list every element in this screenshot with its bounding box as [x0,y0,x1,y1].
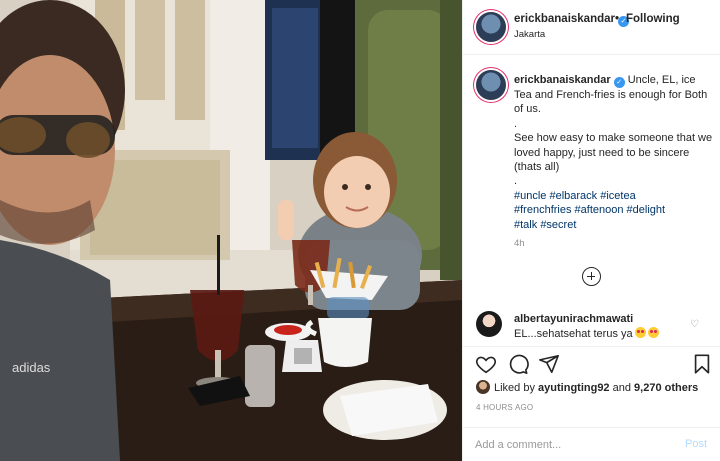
comment-body: EL...sehatsehat terus ya [514,328,633,340]
comment-text: albertayunirachmawati EL...sehatsehat te… [514,312,689,342]
likes-prefix: Liked by [494,382,535,394]
liker-avatar[interactable] [476,380,490,394]
hashtag-link[interactable]: #icetea [600,190,635,202]
bookmark-icon[interactable] [691,353,713,375]
author-avatar[interactable] [476,12,506,42]
likes-joiner: and [612,382,631,394]
likes-summary: Liked by ayutingting92 and 9,270 others [476,380,698,394]
heart-eyes-emoji-icon [634,327,646,338]
following-button[interactable]: Following [626,13,680,25]
comment-item: albertayunirachmawati EL...sehatsehat te… [463,306,720,346]
caption-line: . [514,117,518,130]
caption-avatar[interactable] [476,70,506,100]
add-comment-input[interactable] [475,434,670,456]
photo-illustration: adidas [0,0,462,461]
hashtag-link[interactable]: #secret [540,219,576,231]
caption-username[interactable]: erickbanaiskandar [514,74,611,86]
likes-others-link[interactable]: 9,270 others [634,382,698,394]
hashtag-link[interactable]: #aftenoon [575,204,624,216]
hashtag-link[interactable]: #uncle [514,190,546,202]
caption-line: erickbanaiskandar ✓ Uncle, EL, ice Tea an… [514,73,714,117]
caption-timestamp[interactable]: 4h [514,238,525,249]
post-header: erickbanaiskandar ✓ Jakarta • Following [463,0,720,55]
commenter-avatar[interactable] [476,311,502,337]
heart-icon[interactable] [475,353,497,375]
hashtag-link[interactable]: #delight [627,204,666,216]
more-comments-icon[interactable] [582,267,601,286]
post-comment-button[interactable]: Post [685,438,707,450]
svg-text:adidas: adidas [12,360,51,375]
hashtag-line: #uncle #elbarack #icetea [514,189,714,203]
post-caption: erickbanaiskandar ✓ Uncle, EL, ice Tea an… [463,56,720,256]
hashtag-link[interactable]: #frenchfries [514,204,571,216]
author-username-text[interactable]: erickbanaiskandar [514,13,615,25]
post-timestamp[interactable]: 4 HOURS AGO [476,403,533,412]
hashtag-line: #frenchfries #aftenoon #delight [514,203,714,217]
hashtag-link[interactable]: #elbarack [549,190,597,202]
hashtag-link[interactable]: #talk [514,219,537,231]
share-icon[interactable] [538,353,560,375]
commenter-username[interactable]: albertayunirachmawati [514,313,633,325]
header-separator: • [615,13,620,25]
comment-icon[interactable] [507,353,529,375]
caption-line: . [514,175,518,188]
caption-line: See how easy to make someone that we lov… [514,132,713,174]
add-comment-bar: Post [463,427,720,461]
hashtag-line: #talk #secret [514,218,714,232]
post-actions: Liked by ayutingting92 and 9,270 others … [463,346,720,461]
post-photo[interactable]: adidas [0,0,462,461]
comment-like-icon[interactable]: ♡ [690,319,699,330]
instagram-post: adidas erickbanaiskandar ✓ Jakarta • Fol… [0,0,720,461]
verified-badge-icon: ✓ [613,77,625,88]
caption-text: erickbanaiskandar ✓ Uncle, EL, ice Tea an… [514,73,714,232]
author-username[interactable]: erickbanaiskandar ✓ [514,13,630,27]
post-location[interactable]: Jakarta [514,29,545,40]
heart-eyes-emoji-icon [647,327,659,338]
post-side-panel: erickbanaiskandar ✓ Jakarta • Following e… [462,0,720,461]
liker-username[interactable]: ayutingting92 [538,382,610,394]
